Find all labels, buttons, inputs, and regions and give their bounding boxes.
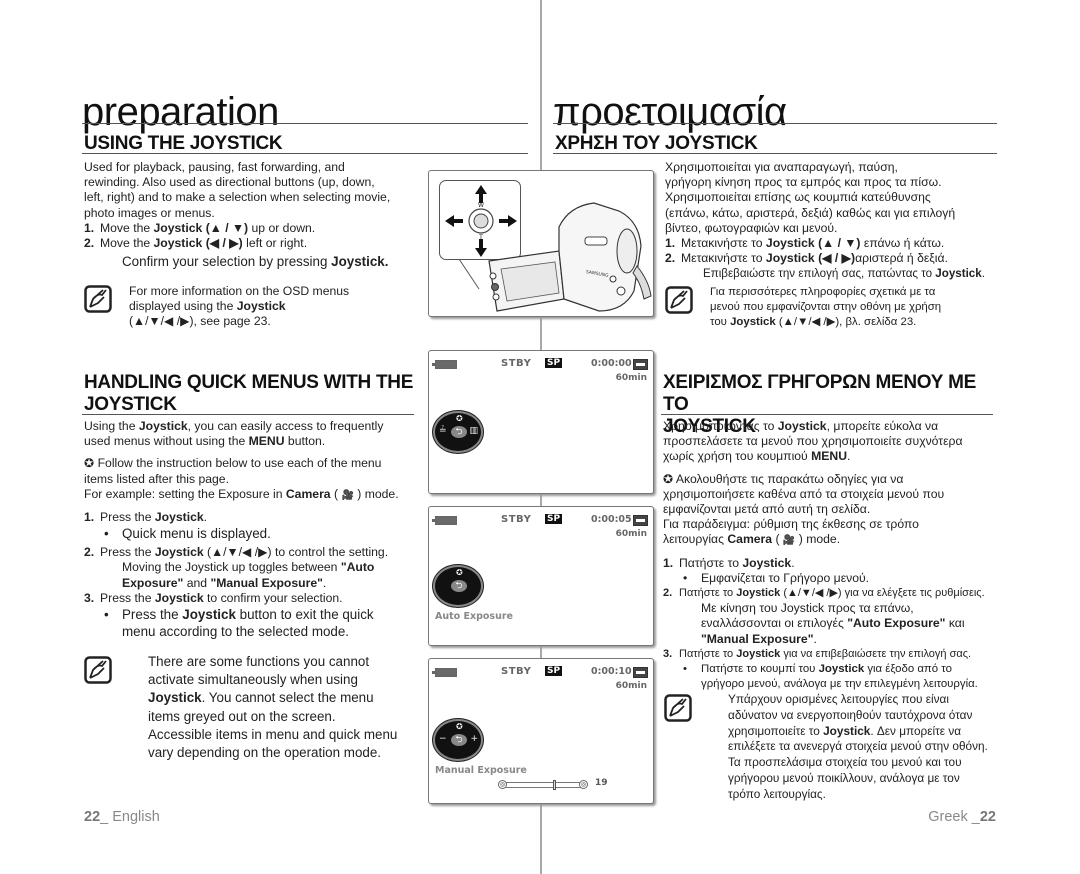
camcorder-icon: SAMSUNG (458, 202, 652, 312)
quick-menu-dial: ✪ ⮌ (433, 565, 483, 607)
step-3: 3. Press the Joystick to confirm your sel… (84, 590, 343, 605)
section-quick-menus-body-el: Χρησιμοποιώντας το Joystick, μπορείτε εύ… (663, 419, 1003, 692)
lcd-screen-quick-menu: STBY SP 0:00:00 60min ✪ ≟ ⮌ ▥ (428, 350, 654, 494)
camera-mode-icon: 🎥 (341, 489, 354, 501)
intro-line: Used for playback, pausing, fast forward… (84, 160, 345, 174)
back-icon: ⮌ (451, 580, 467, 592)
lcd-screen-manual-exposure: STBY SP 0:00:10 60min ✪ − ⮌ + Manual Exp… (428, 658, 654, 804)
exposure-slider: ◎ ◎ (498, 780, 588, 790)
back-icon: ⮌ (451, 426, 467, 438)
remaining-time: 60min (615, 529, 647, 539)
step-2: 2. Move the Joystick (◀ / ▶) left or righ… (84, 236, 308, 251)
chapter-title-el: προετοιμασία (553, 90, 787, 134)
battery-icon (432, 360, 457, 369)
note-functions: There are some functions you cannot acti… (148, 654, 398, 761)
note-osd-menus: For more information on the OSD menus di… (129, 284, 350, 329)
tape-icon (633, 359, 648, 370)
note-icon (84, 656, 112, 684)
section-title-using-joystick: USING THE JOYSTICK (84, 133, 283, 154)
step-3-bullet: • Press the Joystick button to exit the q… (104, 607, 374, 623)
battery-icon (432, 668, 457, 677)
back-icon: ⮌ (451, 734, 467, 746)
step-2: 2. Πατήστε το Joystick (▲/▼/◀ /▶) για να … (663, 587, 985, 600)
note-icon (665, 286, 693, 314)
battery-icon (432, 516, 457, 525)
exposure-mode-label: Auto Exposure (435, 611, 513, 622)
timecode: 0:00:00 (591, 358, 632, 369)
section-rule (82, 414, 414, 415)
exposure-icon: ✪ (456, 568, 463, 577)
section-title-quick-menus: HANDLING QUICK MENUS WITH THE JOYSTICK (84, 372, 414, 415)
exposure-value: 19 (595, 778, 608, 788)
section-rule (82, 153, 528, 154)
step-2: 2. Press the Joystick (▲/▼/◀ /▶) to contr… (84, 545, 389, 560)
step-1: 1. Πατήστε το Joystick. (663, 555, 795, 570)
step-3: 3. Πατήστε το Joystick για να επιβεβαιώσε… (663, 647, 972, 660)
status-label: STBY (501, 514, 532, 525)
tape-icon (633, 515, 648, 526)
exposure-icon: ✪ (456, 414, 463, 423)
quick-menu-dial: ✪ − ⮌ + (433, 719, 483, 761)
exposure-icon: ✪ (456, 722, 463, 731)
quality-badge: SP (545, 514, 563, 524)
lcd-screen-auto-exposure: STBY SP 0:00:05 60min ✪ ⮌ Auto Exposure (428, 506, 654, 646)
dial-left-icon: ≟ (439, 426, 447, 436)
remaining-time: 60min (615, 373, 647, 383)
step-1: 1. Move the Joystick (▲ / ▼) up or down. (84, 220, 316, 235)
status-label: STBY (501, 358, 532, 369)
status-label: STBY (501, 666, 532, 677)
plus-icon: + (470, 734, 478, 744)
remaining-time: 60min (615, 681, 647, 691)
page-footer-en: 22_ English (84, 809, 160, 825)
chapter-rule-en (82, 123, 528, 124)
exposure-mode-label: Manual Exposure (435, 765, 527, 776)
note-osd-menus-el: Για περισσότερες πληροφορίες σχετικά με … (710, 286, 942, 329)
timecode: 0:00:05 (591, 514, 632, 525)
intro-line: photo images or menus. (84, 205, 215, 220)
section-using-joystick-body-el: Χρησιμοποιείται για αναπαραγωγή, παύση, … (665, 160, 1001, 282)
section-quick-menus-body: Using the Joystick, you can easily acces… (84, 419, 420, 640)
timecode: 0:00:10 (591, 666, 632, 677)
dial-right-icon: ▥ (469, 426, 478, 436)
step-3-bullet: • Πατήστε το κουμπί του Joystick για έξοδ… (683, 663, 952, 676)
confirm-line: Επιβεβαιώστε την επιλογή σας, πατώντας τ… (703, 267, 985, 281)
tape-icon (633, 667, 648, 678)
quality-badge: SP (545, 358, 563, 368)
chapter-rule-el (553, 123, 997, 124)
confirm-line: Confirm your selection by pressing Joyst… (122, 254, 389, 270)
minus-icon: − (439, 734, 447, 744)
intro-line: rewinding. Also used as directional butt… (84, 175, 375, 190)
note-functions-el: Υπάρχουν ορισμένες λειτουργίες που είναι… (728, 692, 988, 801)
intro-line: left, right) and to make a selection whe… (84, 190, 391, 205)
page-footer-el: Greek _22 (928, 809, 996, 825)
camera-mode-icon: 🎥 (782, 535, 796, 547)
note-icon (664, 694, 692, 722)
step-2: 2. Μετακινήστε το Joystick (◀ / ▶)αριστερ… (665, 251, 948, 266)
quick-menu-dial: ✪ ≟ ⮌ ▥ (433, 411, 483, 453)
section-rule (661, 414, 993, 415)
quality-badge: SP (545, 666, 563, 676)
step-1: 1. Press the Joystick. (84, 510, 208, 525)
section-title-using-joystick-el: ΧΡΗΣΗ ΤΟΥ JOYSTICK (555, 133, 758, 154)
slider-max-icon: ◎ (579, 780, 588, 789)
example-line: λειτουργίας Camera ( 🎥 ) mode. (663, 532, 841, 547)
slider-knob (553, 780, 557, 790)
slider-min-icon: ◎ (498, 780, 507, 789)
joystick-camcorder-illustration: W T SAMSUNG (428, 170, 654, 317)
section-rule (553, 153, 997, 154)
example-line: For example: setting the Exposure in Cam… (84, 486, 399, 501)
note-icon (84, 285, 112, 313)
step-1-bullet: • Εμφανίζεται το Γρήγορο μενού. (683, 570, 870, 585)
step-1: 1. Μετακινήστε το Joystick (▲ / ▼) επάνω … (665, 236, 945, 251)
section-using-joystick-body: Used for playback, pausing, fast forward… (84, 160, 420, 270)
chapter-title-en: preparation (82, 90, 279, 134)
step-1-bullet: • Quick menu is displayed. (104, 526, 271, 542)
